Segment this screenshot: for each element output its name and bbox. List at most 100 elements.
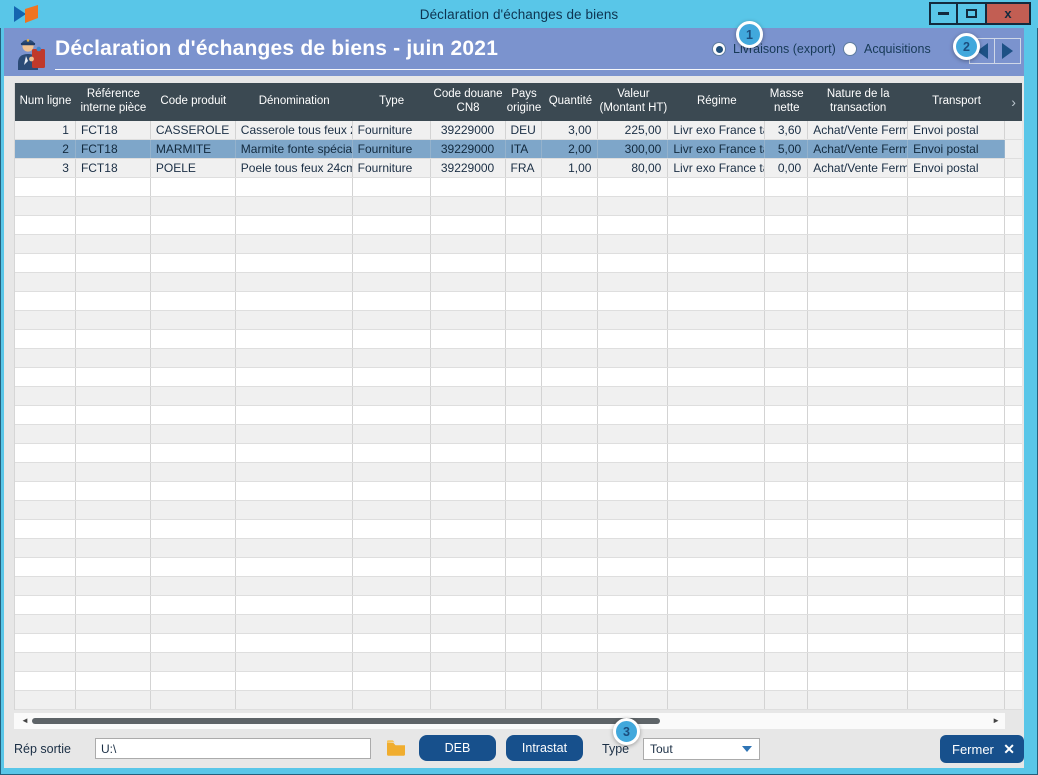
table-cell — [765, 387, 809, 405]
radio-livraisons-export[interactable]: Livraisons (export) — [712, 42, 836, 56]
table-empty-row[interactable] — [15, 368, 1022, 387]
close-button[interactable]: x — [987, 2, 1031, 25]
radio-acquisitions[interactable]: Acquisitions — [843, 42, 931, 56]
table-cell — [151, 235, 236, 253]
table-cell — [908, 577, 1006, 595]
table-cell — [908, 197, 1006, 215]
fermer-button[interactable]: Fermer ✕ — [940, 735, 1024, 763]
table-empty-row[interactable] — [15, 539, 1022, 558]
table-cell — [598, 311, 669, 329]
table-empty-row[interactable] — [15, 292, 1022, 311]
table-row[interactable]: 3 FCT18 POELE Poele tous feux 24cm i Fournit… — [15, 159, 1022, 178]
column-header[interactable]: Code produit — [151, 83, 236, 121]
table-cell — [15, 368, 76, 386]
table-cell — [431, 482, 506, 500]
table-cell — [431, 292, 506, 310]
table-cell — [765, 330, 809, 348]
table-cell — [908, 444, 1006, 462]
table-cell-overflow — [1005, 501, 1022, 519]
table-cell-overflow — [1005, 463, 1022, 481]
table-cell — [765, 197, 809, 215]
table-empty-row[interactable] — [15, 387, 1022, 406]
table-cell — [908, 216, 1006, 234]
horizontal-scrollbar[interactable]: ◄ ► — [14, 713, 1005, 729]
table-cell — [431, 254, 506, 272]
table-cell — [598, 368, 669, 386]
table-empty-row[interactable] — [15, 691, 1022, 710]
next-period-button[interactable] — [995, 38, 1021, 64]
table-empty-row[interactable] — [15, 197, 1022, 216]
maximize-icon — [966, 9, 977, 18]
radio-unselected-icon — [843, 42, 857, 56]
table-cell — [151, 558, 236, 576]
minimize-button[interactable] — [929, 2, 958, 25]
table-cell — [808, 292, 909, 310]
table-cell — [506, 558, 543, 576]
table-row[interactable]: 2 FCT18 MARMITE Marmite fonte spéciale Fourn… — [15, 140, 1023, 159]
scrollbar-thumb[interactable] — [32, 718, 660, 724]
column-header[interactable]: Référence interne pièce — [76, 83, 151, 121]
table-cell — [431, 501, 506, 519]
table-empty-row[interactable] — [15, 520, 1022, 539]
table-cell — [542, 235, 599, 253]
table-empty-row[interactable] — [15, 482, 1022, 501]
footer-bar: Rép sortie DEB Intrastat Type Tout Ferme… — [4, 730, 1024, 768]
table-cell-overflow — [1005, 634, 1022, 652]
table-cell — [668, 577, 766, 595]
table-empty-row[interactable] — [15, 273, 1022, 292]
column-header[interactable]: Pays origine — [506, 83, 543, 121]
table-empty-row[interactable] — [15, 216, 1022, 235]
table-empty-row[interactable] — [15, 254, 1022, 273]
intrastat-button[interactable]: Intrastat — [506, 735, 583, 761]
maximize-button[interactable] — [958, 2, 987, 25]
table-empty-row[interactable] — [15, 558, 1022, 577]
column-header[interactable]: Régime — [668, 83, 765, 121]
table-empty-row[interactable] — [15, 653, 1022, 672]
scroll-right-arrow-icon[interactable]: ► — [992, 717, 1000, 725]
table-cell — [151, 577, 236, 595]
table-empty-row[interactable] — [15, 501, 1022, 520]
table-cell — [808, 501, 909, 519]
column-header[interactable]: Type — [353, 83, 431, 121]
table-empty-row[interactable] — [15, 178, 1022, 197]
table-empty-row[interactable] — [15, 406, 1022, 425]
table-cell — [353, 482, 431, 500]
table-empty-row[interactable] — [15, 425, 1022, 444]
rep-sortie-input[interactable] — [95, 738, 371, 759]
table-empty-row[interactable] — [15, 634, 1022, 653]
deb-button[interactable]: DEB — [419, 735, 496, 761]
column-header[interactable]: Dénomination — [236, 83, 353, 121]
table-empty-row[interactable] — [15, 615, 1022, 634]
table-empty-row[interactable] — [15, 330, 1022, 349]
close-x-icon: ✕ — [1003, 740, 1015, 757]
table-cell — [908, 349, 1006, 367]
more-columns-chevron-icon[interactable]: › — [1005, 83, 1022, 121]
table-empty-row[interactable] — [15, 672, 1022, 691]
table-cell — [598, 596, 669, 614]
table-empty-row[interactable] — [15, 577, 1022, 596]
table-cell — [908, 463, 1006, 481]
column-header[interactable]: Num ligne — [15, 83, 76, 121]
table-cell — [598, 520, 669, 538]
column-header[interactable]: Nature de la transaction — [808, 83, 908, 121]
table-empty-row[interactable] — [15, 463, 1022, 482]
table-cell — [765, 596, 809, 614]
table-cell — [908, 311, 1006, 329]
column-header[interactable]: Valeur (Montant HT) — [598, 83, 668, 121]
table-cell — [431, 577, 506, 595]
type-dropdown[interactable]: Tout — [643, 738, 760, 760]
scroll-left-arrow-icon[interactable]: ◄ — [21, 717, 29, 725]
table-row[interactable]: 1 FCT18 CASSEROLE Casserole tous feux 24 Fou… — [15, 121, 1022, 140]
column-header[interactable]: Quantité — [542, 83, 598, 121]
table-empty-row[interactable] — [15, 444, 1022, 463]
table-empty-row[interactable] — [15, 311, 1022, 330]
table-cell: FCT18 — [76, 159, 151, 177]
table-cell — [808, 349, 909, 367]
table-empty-row[interactable] — [15, 349, 1022, 368]
column-header[interactable]: Transport — [908, 83, 1005, 121]
column-header[interactable]: Masse nette — [765, 83, 808, 121]
column-header[interactable]: Code douane CN8 — [431, 83, 506, 121]
table-empty-row[interactable] — [15, 596, 1022, 615]
table-empty-row[interactable] — [15, 235, 1022, 254]
browse-folder-button[interactable] — [386, 739, 406, 756]
